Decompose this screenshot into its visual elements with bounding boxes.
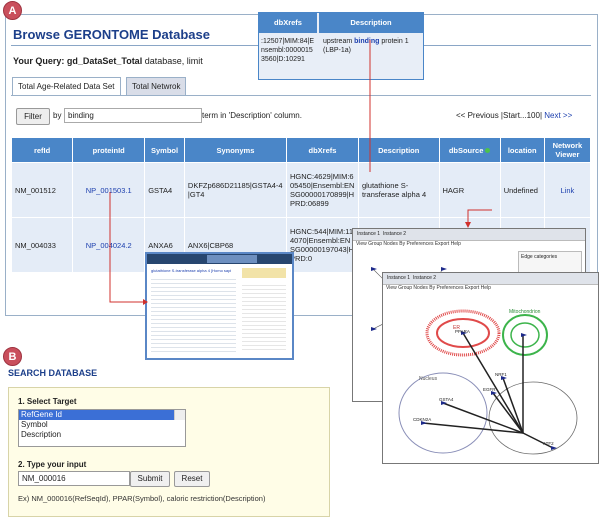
- query-suffix: database, limit: [142, 56, 203, 66]
- node-label: NRF1: [495, 372, 507, 377]
- cell-network-link[interactable]: Link: [543, 162, 592, 218]
- cell-refid: NM_004033: [10, 217, 74, 273]
- cell-proteinid-link[interactable]: NP_001503.1: [72, 162, 146, 218]
- node-label: PPARA: [455, 329, 470, 334]
- node-label: CDKN2A: [413, 417, 432, 422]
- callout-header-dbxrefs: dbXrefs: [259, 13, 317, 33]
- example-text: Ex) NM_000016(RefSeqId), PPAR(Symbol), c…: [18, 494, 266, 503]
- next-link[interactable]: Next >>: [544, 111, 572, 120]
- net-tab-2[interactable]: Instance 2: [383, 231, 406, 237]
- thumb-title: glutathione S-transferase alpha 4 [Homo …: [151, 268, 231, 273]
- network-viewer-window-front[interactable]: Instance 1 Instance 2 View Group Nodes B…: [382, 272, 599, 464]
- description-callout: dbXrefs Description :12507|MIM:84|Ensemb…: [258, 12, 424, 80]
- thumb-sidebar: [242, 282, 286, 352]
- cell-dbsource: HAGR: [438, 162, 501, 218]
- page-title: Browse GERONTOME Database: [13, 27, 210, 42]
- submit-button[interactable]: Submit: [130, 471, 170, 487]
- filter-button[interactable]: Filter: [16, 108, 50, 125]
- pager: << Previous |Start...100| Next >>: [456, 111, 572, 120]
- option-symbol[interactable]: Symbol: [19, 420, 185, 430]
- table-header-row: refId proteinId Symbol Synonyms dbXrefs …: [10, 137, 592, 163]
- filter-input[interactable]: binding: [64, 108, 202, 123]
- thumb-side-box: [242, 268, 286, 278]
- cell-synonyms: DKFZp686D21185|GSTA4-4|GT4: [183, 162, 287, 218]
- callout-header-description: Description: [319, 13, 423, 33]
- callout-description: upstream binding protein 1 (LBP-1a): [323, 37, 419, 55]
- label-b: B: [3, 347, 22, 366]
- prev-link[interactable]: << Previous: [456, 111, 499, 120]
- compartment-mito-label: Mitochondrion: [509, 309, 541, 315]
- cell-symbol: GSTA4: [144, 162, 185, 218]
- col-dbsource[interactable]: dbSource: [438, 137, 501, 163]
- col-synonyms[interactable]: Synonyms: [183, 137, 287, 163]
- net-tab-1[interactable]: Instance 1: [387, 275, 410, 281]
- option-refgene-id[interactable]: RefGene Id: [19, 410, 185, 420]
- cell-proteinid-link[interactable]: NP_004024.2: [72, 217, 146, 273]
- option-description[interactable]: Description: [19, 430, 185, 440]
- pager-range[interactable]: Start...100: [503, 111, 540, 120]
- search-title: SEARCH DATABASE: [8, 368, 98, 378]
- query-value: gd_DataSet_Total: [66, 56, 143, 66]
- sort-dot-icon: [485, 147, 491, 153]
- search-panel: 1. Select Target RefGene Id Symbol Descr…: [8, 387, 330, 517]
- compartment-nucleus-label: Nucleus: [419, 376, 438, 382]
- col-dbsource-label: dbSource: [448, 145, 484, 155]
- cell-location: Undefined: [499, 162, 545, 218]
- term-label: term in 'Description' column.: [202, 111, 302, 120]
- col-location[interactable]: location: [499, 137, 545, 163]
- by-label: by: [53, 111, 62, 120]
- net2-graph: [398, 309, 578, 455]
- target-select-list[interactable]: RefGene Id Symbol Description: [18, 409, 186, 447]
- reset-button[interactable]: Reset: [174, 471, 210, 487]
- step1-label: 1. Select Target: [18, 397, 77, 406]
- node-label: ATF2: [543, 441, 554, 446]
- query-line: Your Query: gd_DataSet_Total database, l…: [13, 56, 203, 66]
- node-label: EGFR: [483, 387, 496, 392]
- cell-refid: NM_001512: [10, 162, 74, 218]
- net-menubar[interactable]: View Group Nodes By Preferences Export H…: [383, 284, 598, 293]
- tab-total-age-related[interactable]: Total Age-Related Data Set: [12, 77, 121, 95]
- col-dbxrefs[interactable]: dbXrefs: [285, 137, 359, 163]
- net-tab-2[interactable]: Instance 2: [413, 275, 436, 281]
- col-network-viewer[interactable]: Network Viewer: [543, 137, 592, 163]
- col-refid[interactable]: refId: [10, 137, 74, 163]
- cell-description: glutathione S-transferase alpha 4: [357, 162, 440, 218]
- edge-categories-label: Edge categories: [521, 254, 558, 260]
- query-prefix: Your Query:: [13, 56, 67, 66]
- callout-dbxrefs: :12507|MIM:84|Ensembl:00000153560|D:1029…: [261, 38, 315, 63]
- cell-dbxrefs: HGNC:544|MIM:114070|Ensembl:ENSG00000197…: [285, 217, 359, 273]
- label-a: A: [3, 1, 22, 20]
- net-menubar[interactable]: View Group Nodes By Preferences Export H…: [353, 240, 585, 249]
- protein-page-thumbnail[interactable]: glutathione S-transferase alpha 4 [Homo …: [145, 252, 294, 360]
- search-input[interactable]: NM_000016: [18, 471, 130, 486]
- net-tab-1[interactable]: Instance 1: [357, 231, 380, 237]
- callout-desc-text: upstream: [323, 38, 355, 45]
- col-symbol[interactable]: Symbol: [144, 137, 185, 163]
- list-scrollbar[interactable]: [174, 410, 185, 420]
- thumb-logo: [207, 255, 257, 263]
- col-description[interactable]: Description: [357, 137, 440, 163]
- tab-divider: [11, 95, 591, 96]
- node-label: GSTA4: [439, 397, 454, 402]
- callout-desc-highlight: binding: [354, 38, 380, 45]
- table-row: NM_001512 NP_001503.1 GSTA4 DKFZp686D211…: [10, 162, 592, 218]
- col-proteinid[interactable]: proteinId: [72, 137, 146, 163]
- step2-label: 2. Type your input: [18, 460, 87, 469]
- tab-total-network[interactable]: Total Netwrok: [126, 77, 187, 95]
- thumb-body-text: [151, 276, 236, 352]
- cell-dbxrefs: HGNC:4629|MIM:605450|Ensembl:ENSG0000017…: [285, 162, 359, 218]
